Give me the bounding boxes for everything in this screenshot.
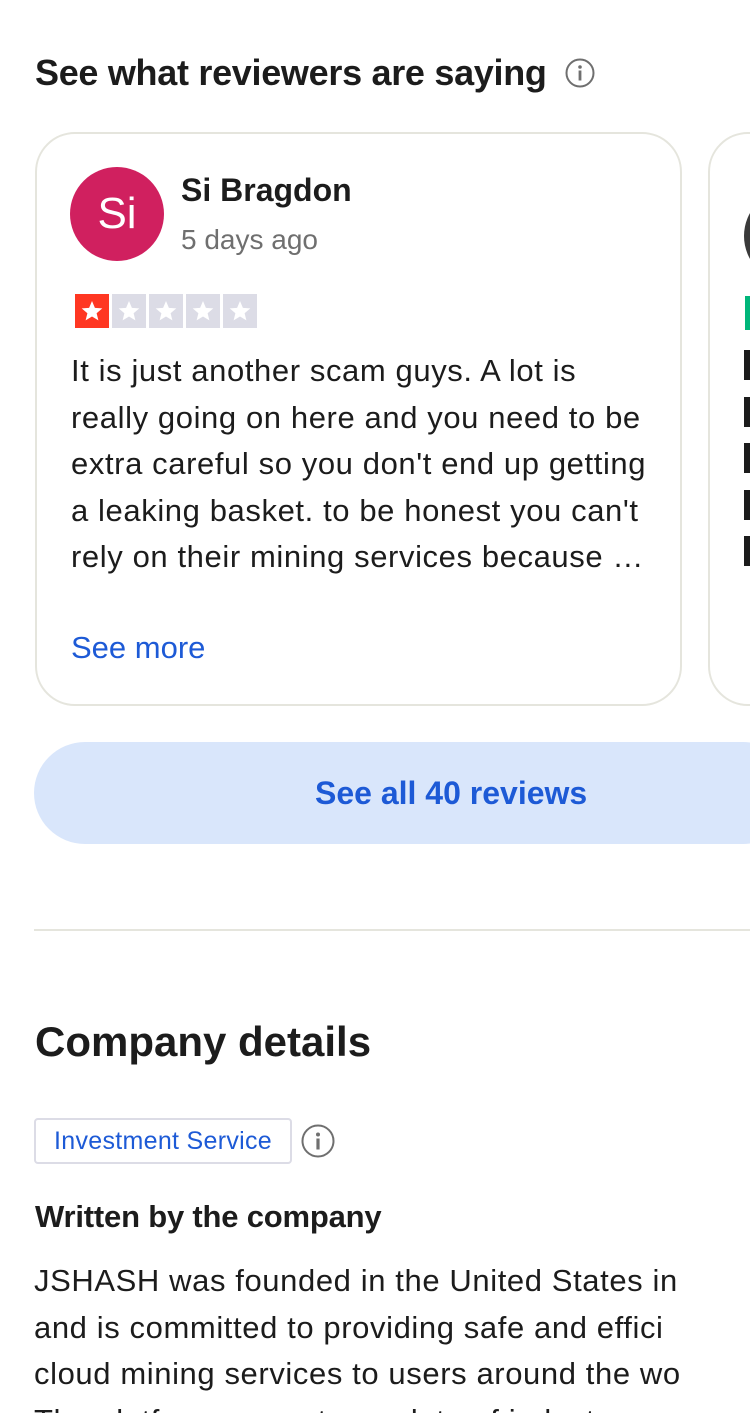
text-fragment <box>744 396 750 427</box>
company-description: JSHASH was founded in the United States … <box>34 1258 750 1413</box>
avatar <box>744 189 750 283</box>
star-icon <box>186 294 220 328</box>
description-line: The platform uses strong data of industr… <box>34 1398 750 1413</box>
category-row: Investment Service <box>34 1118 335 1164</box>
star-icon <box>223 294 257 328</box>
next-review-card[interactable] <box>708 132 750 706</box>
star-icon <box>112 294 146 328</box>
description-line: JSHASH was founded in the United States … <box>34 1263 678 1298</box>
description-line: and is committed to providing safe and e… <box>34 1309 664 1345</box>
description-line: cloud mining services to users around th… <box>34 1356 681 1391</box>
divider <box>34 929 750 931</box>
star-icon <box>745 296 750 330</box>
reviewer-name[interactable]: Si Bragdon <box>181 172 352 209</box>
text-fragment <box>744 536 750 566</box>
avatar: Si <box>70 167 164 261</box>
text-fragment <box>744 350 750 380</box>
review-card[interactable]: Si Si Bragdon 5 days ago It is just anot… <box>35 132 682 706</box>
text-fragment <box>744 443 750 473</box>
company-details-title: Company details <box>35 1018 372 1065</box>
star-rating <box>75 294 260 328</box>
see-all-reviews-button[interactable]: See all 40 reviews <box>34 742 750 844</box>
category-tag[interactable]: Investment Service <box>34 1118 292 1164</box>
page: See what reviewers are saying Si Si Brag… <box>0 0 750 1413</box>
avatar-initials: Si <box>97 189 137 238</box>
reviews-section-title: See what reviewers are saying <box>35 52 547 93</box>
reviews-header: See what reviewers are saying <box>35 52 595 94</box>
star-icon <box>149 294 183 328</box>
review-text-clipped <box>744 350 750 583</box>
info-icon[interactable] <box>301 1124 335 1158</box>
star-icon <box>75 294 109 328</box>
review-text: It is just another scam guys. A lot is r… <box>71 353 647 574</box>
see-more-link[interactable]: See more <box>71 630 205 666</box>
written-by-title: Written by the company <box>35 1199 382 1234</box>
info-icon[interactable] <box>565 58 595 88</box>
text-fragment <box>744 489 750 520</box>
review-date: 5 days ago <box>181 224 318 255</box>
